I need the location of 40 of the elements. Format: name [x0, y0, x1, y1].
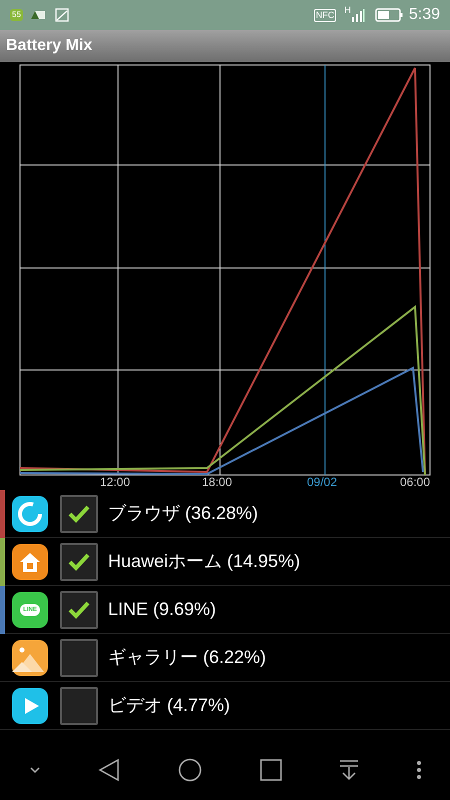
app-row[interactable]: ビデオ (4.77%): [0, 682, 450, 730]
recents-icon[interactable]: [260, 759, 282, 781]
checkbox[interactable]: [60, 542, 98, 580]
app-row[interactable]: ギャラリー (6.22%): [0, 634, 450, 682]
signal-icon: [350, 8, 365, 22]
chevron-down-icon[interactable]: [28, 766, 41, 774]
checkbox[interactable]: [60, 686, 98, 724]
app-name: LINE (9.69%): [108, 598, 216, 621]
check-icon: [67, 600, 91, 620]
app-name: ギャラリー (6.22%): [108, 646, 266, 669]
landscape-app-icon: [12, 640, 48, 676]
axis-tick-label: 12:00: [100, 476, 130, 488]
app-name: ビデオ (4.77%): [108, 694, 230, 717]
app-name: ブラウザ (36.28%): [108, 502, 258, 525]
pull-down-icon[interactable]: [339, 759, 360, 781]
app-row[interactable]: ブラウザ (36.28%): [0, 490, 450, 538]
house-app-icon: [12, 544, 48, 580]
nfc-indicator: NFC: [314, 8, 336, 22]
ring-app-icon: [12, 496, 48, 532]
more-icon[interactable]: [417, 761, 422, 779]
image-icon: [54, 8, 69, 22]
checkbox[interactable]: [60, 590, 98, 628]
check-icon: [67, 552, 91, 572]
back-icon[interactable]: [98, 758, 120, 782]
check-icon: [67, 504, 91, 524]
clock: 5:39: [408, 5, 440, 25]
network-type: H: [344, 6, 351, 15]
card-icon: [30, 11, 45, 19]
app-row[interactable]: Huaweiホーム (14.95%): [0, 538, 450, 586]
notification-badge: 55: [10, 9, 23, 21]
battery-icon: [374, 8, 403, 22]
checkbox[interactable]: [60, 494, 98, 532]
home-icon[interactable]: [178, 758, 202, 782]
axis-tick-label: 18:00: [202, 476, 232, 488]
axis-tick-label: 09/02: [307, 476, 338, 488]
app-title: Battery Mix: [6, 36, 92, 56]
checkbox[interactable]: [60, 638, 98, 676]
play-app-icon: [12, 688, 48, 724]
app-name: Huaweiホーム (14.95%): [108, 550, 300, 573]
axis-tick-label: 06:00: [400, 476, 430, 488]
